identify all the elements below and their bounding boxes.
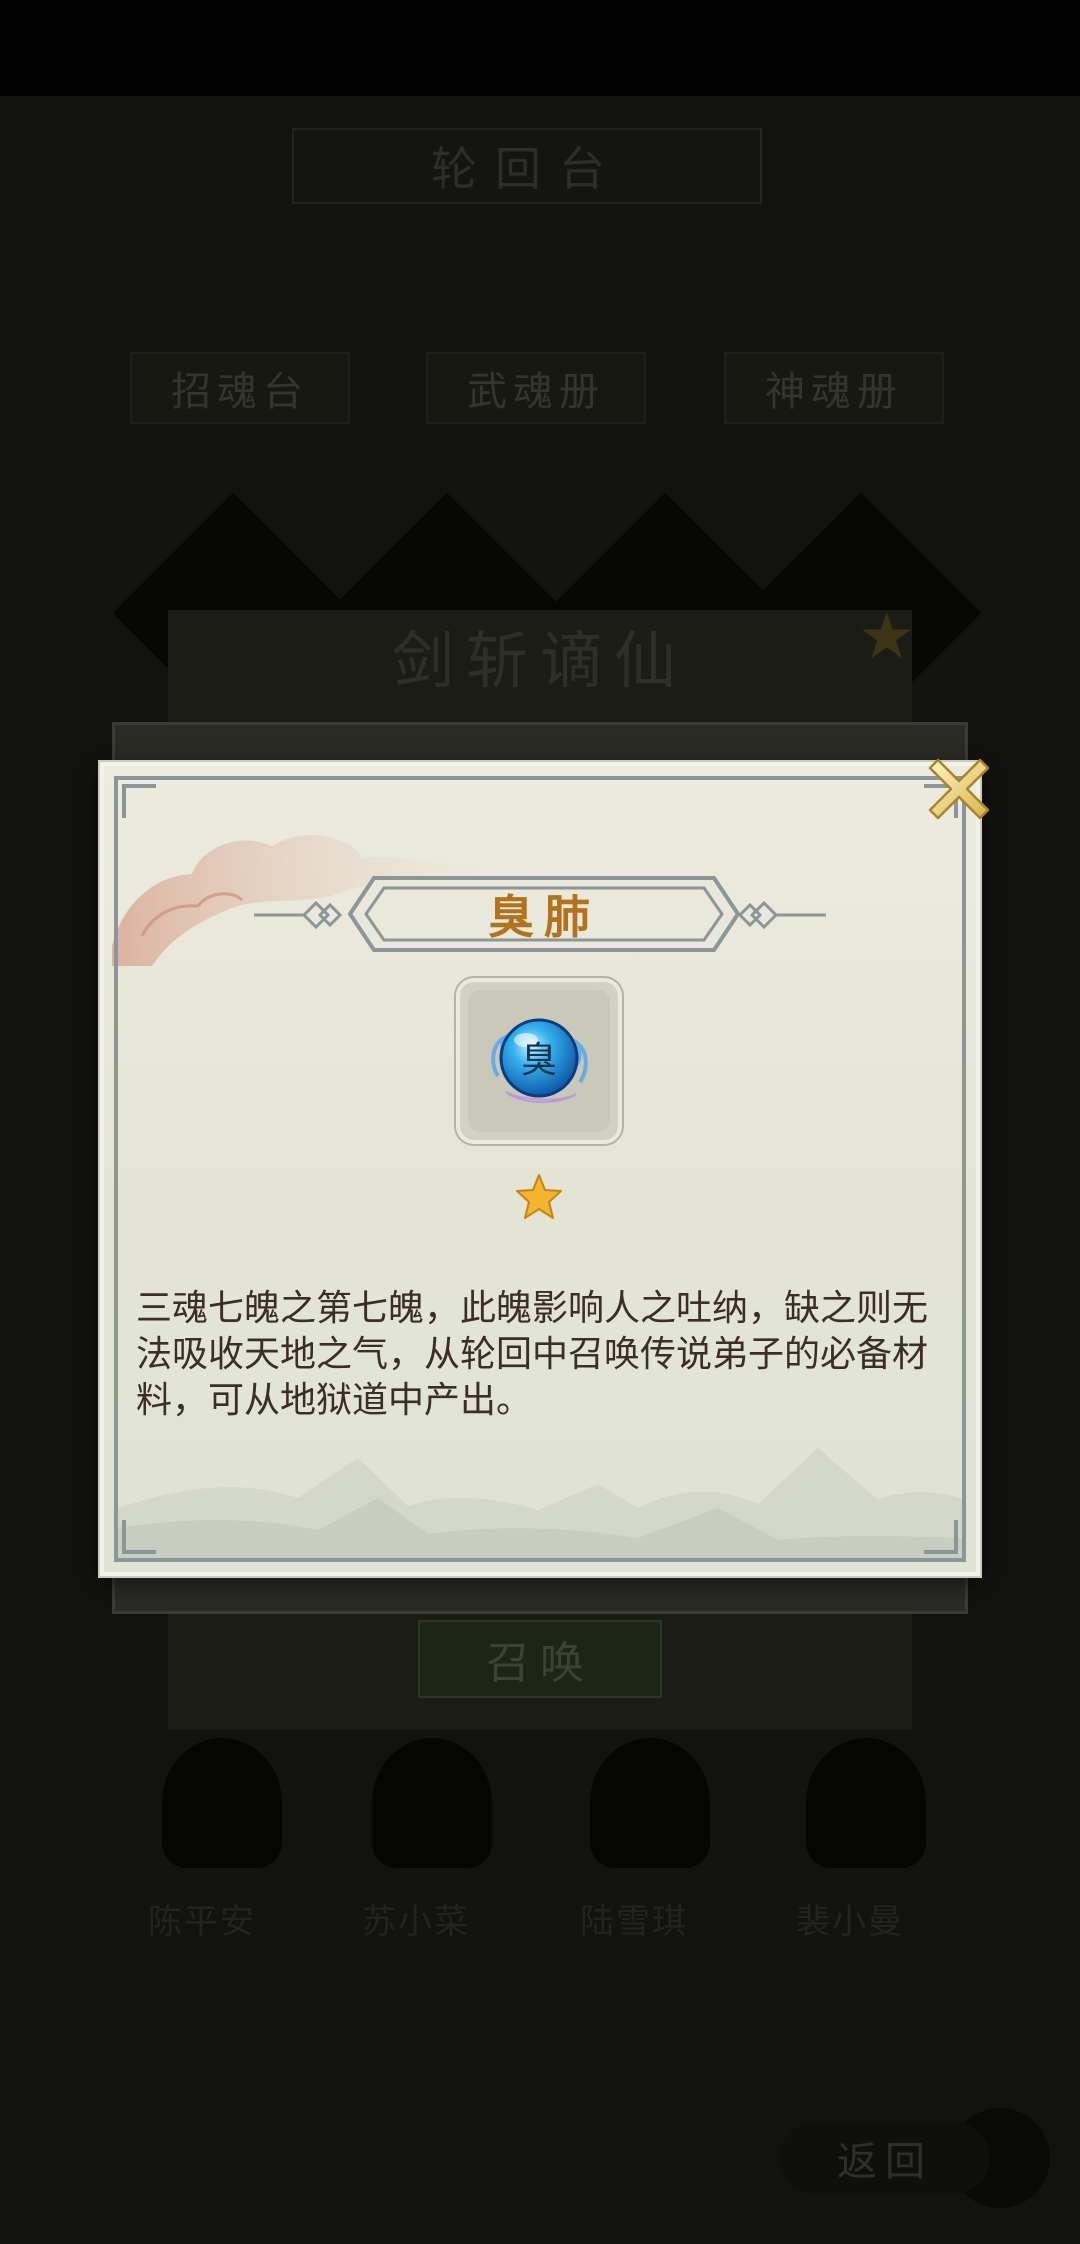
tab-soul-summon[interactable]: 招魂台 xyxy=(130,352,350,424)
star-icon: ★ xyxy=(858,600,916,674)
item-name: 臭肺 xyxy=(488,890,600,944)
back-button[interactable]: 返回 xyxy=(780,2122,990,2194)
item-description: 三魂七魄之第七魄，此魄影响人之吐纳，缺之则无法吸收天地之气，从轮回中召唤传说弟子… xyxy=(136,1288,929,1421)
corner-ornament xyxy=(924,1520,958,1554)
divider-ornament-left xyxy=(254,900,343,930)
disciple-silhouette xyxy=(162,1738,282,1868)
tab-divine-soul[interactable]: 神魂册 xyxy=(724,352,944,424)
summon-title: 剑斩谪仙 xyxy=(391,624,688,697)
disciple-name: 陈平安 xyxy=(148,1902,256,1942)
page-title: 轮回台 xyxy=(292,128,762,204)
disciple-silhouette xyxy=(372,1738,492,1868)
item-slot: 臭 xyxy=(456,978,622,1144)
summon-button[interactable]: 召唤 xyxy=(418,1620,662,1698)
tab-martial-soul[interactable]: 武魂册 xyxy=(426,352,646,424)
divider-ornament-right xyxy=(737,900,826,930)
status-bar xyxy=(0,0,1080,96)
blue-soul-orb-icon: 臭 xyxy=(491,1018,588,1104)
corner-ornament xyxy=(122,784,156,818)
orb-glyph: 臭 xyxy=(521,1040,557,1081)
corner-ornament xyxy=(122,1520,156,1554)
star-icon xyxy=(516,1174,562,1219)
background-tabs: 招魂台 武魂册 神魂册 xyxy=(130,352,950,424)
disciple-name: 陆雪琪 xyxy=(580,1902,688,1942)
disciple-silhouette xyxy=(590,1738,710,1868)
disciple-name: 裴小曼 xyxy=(796,1902,904,1942)
disciple-name: 苏小菜 xyxy=(362,1902,470,1942)
disciple-silhouette xyxy=(806,1738,926,1868)
close-icon[interactable] xyxy=(922,752,996,826)
